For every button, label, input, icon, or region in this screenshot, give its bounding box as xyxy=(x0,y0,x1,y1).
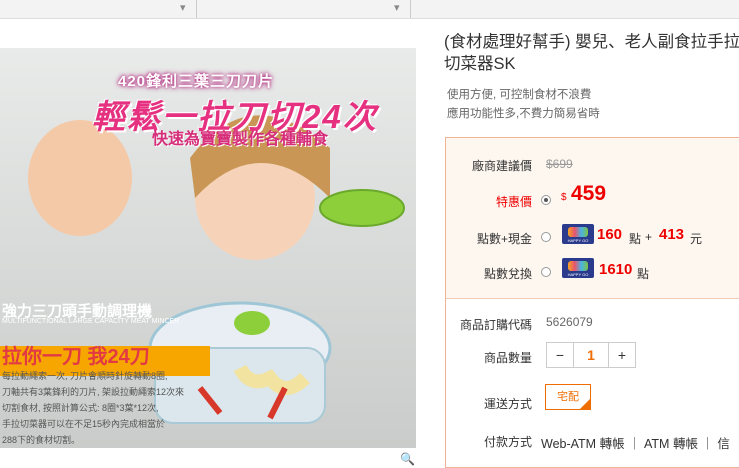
plus-sign: + xyxy=(645,230,653,244)
happygo-logo: HAPPY GO xyxy=(562,258,594,278)
filter-select-1[interactable]: ▾ xyxy=(0,0,197,18)
top-filter-bar: ▾ ▾ xyxy=(0,0,739,19)
quantity-decrease-button[interactable]: − xyxy=(547,343,574,367)
quantity-input[interactable]: 1 xyxy=(573,343,609,367)
special-price-radio[interactable] xyxy=(541,195,551,205)
chopper-button xyxy=(234,311,270,335)
money-unit: 元 xyxy=(690,232,703,246)
magnifier-icon[interactable]: 🔍 xyxy=(400,452,415,466)
points-redeem-label: 點數兌換 xyxy=(483,267,532,281)
points-redeem-radio[interactable] xyxy=(541,267,551,277)
image-subtitle: 快速為寶寶製作各種輔食 xyxy=(152,131,329,148)
shipping-option-home-delivery[interactable]: 宅配 ✓ xyxy=(545,384,591,410)
filter-select-2[interactable]: ▾ xyxy=(218,0,411,18)
image-banner-english: MULTIFUNCTIONAL LARGE CAPACITY MEAT MINC… xyxy=(2,318,180,325)
points-cash-points: 160 xyxy=(597,226,623,243)
filter-select-3[interactable] xyxy=(432,0,739,18)
original-price: $699 xyxy=(546,157,573,171)
quantity-stepper: − 1 + xyxy=(546,342,636,368)
currency-symbol: $ xyxy=(561,192,567,203)
payment-label: 付款方式 xyxy=(483,435,532,449)
points-cash-label: 點數+現金 xyxy=(476,232,532,246)
image-description: 每拉動繩索一次, 刀片會順時針旋轉動8圈, 刀軸共有3葉鋒利的刀片, 架設拉動繩… xyxy=(2,371,185,445)
order-code-label: 商品訂購代碼 xyxy=(459,318,532,332)
points-redeem-points: 1610 xyxy=(599,261,633,278)
image-big-text: 拉你一刀 我24刀 xyxy=(2,346,150,368)
product-title: (食材處理好幫手) 嬰兒、老人副食拉手拉切菜器SK xyxy=(444,33,739,73)
happygo-logo: HAPPY GO xyxy=(562,224,594,244)
check-icon: ✓ xyxy=(584,393,590,400)
original-price-label: 廠商建議價 xyxy=(471,159,532,173)
quantity-increase-button[interactable]: + xyxy=(608,343,635,367)
image-headline: 420鋒利三葉三刀刀片 xyxy=(118,73,275,90)
special-price-label: 特惠價 xyxy=(495,195,532,209)
chevron-down-icon: ▾ xyxy=(180,2,186,14)
points-cash-radio[interactable] xyxy=(541,232,551,242)
points-unit: 點 xyxy=(637,267,650,281)
payment-options[interactable]: Web-ATM 轉帳 ｜ ATM 轉帳 ｜ 信 xyxy=(541,433,730,452)
points-cash-money: 413 xyxy=(659,226,685,243)
chevron-down-icon: ▾ xyxy=(394,2,400,14)
shipping-label: 運送方式 xyxy=(483,397,532,411)
pull-handle xyxy=(319,189,405,227)
points-unit: 點 xyxy=(629,232,642,246)
quantity-label: 商品數量 xyxy=(483,351,532,365)
order-code: 5626079 xyxy=(546,315,593,329)
special-price: 459 xyxy=(571,182,607,205)
product-description: 使用方便, 可控制食材不浪費 應用功能性多,不費力簡易省時 xyxy=(447,89,600,120)
